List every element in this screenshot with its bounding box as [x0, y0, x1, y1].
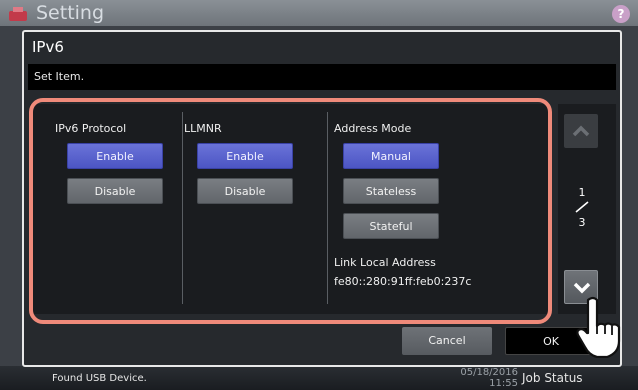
- dialog-subtitle: Set Item.: [28, 64, 616, 90]
- status-bar: Found USB Device. 05/18/2016 11:55 Job S…: [0, 366, 638, 390]
- page-separator: [575, 201, 589, 213]
- app-title: Setting: [36, 2, 105, 24]
- help-icon[interactable]: ?: [612, 5, 630, 23]
- highlight-frame: [29, 98, 552, 324]
- page-up-button[interactable]: [564, 114, 598, 148]
- status-message: Found USB Device.: [52, 373, 147, 384]
- pager: 1 3: [558, 104, 616, 314]
- job-status-button[interactable]: Job Status: [522, 371, 583, 385]
- app-header: Setting ?: [0, 0, 638, 26]
- pointing-hand-icon: [576, 296, 621, 358]
- status-date: 05/18/2016: [460, 367, 518, 378]
- cancel-button[interactable]: Cancel: [402, 327, 492, 355]
- status-datetime: 05/18/2016 11:55: [458, 367, 518, 389]
- status-time: 11:55: [489, 378, 518, 389]
- settings-icon: [9, 7, 27, 21]
- chevron-up-icon: [572, 125, 590, 137]
- page-total: 3: [578, 216, 586, 229]
- page-current: 1: [578, 186, 586, 199]
- dialog-title: IPv6: [32, 38, 64, 56]
